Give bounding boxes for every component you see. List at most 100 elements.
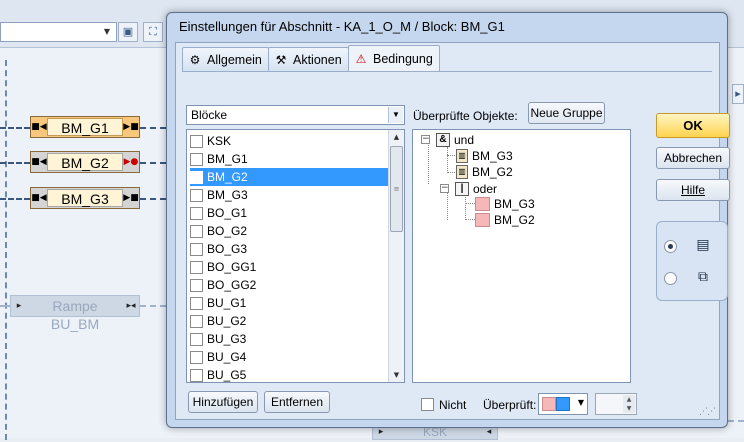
- condition-icon: ⚠: [355, 52, 367, 66]
- tree-node-block[interactable]: BM_G3: [475, 196, 535, 211]
- tab-label: Allgemein: [207, 52, 262, 67]
- checkbox[interactable]: [190, 260, 203, 274]
- list-item[interactable]: BO_GG2: [190, 276, 389, 294]
- block-bm-g2[interactable]: ■◀ BM_G2 ▶●: [30, 151, 140, 173]
- and-operator-icon: &: [436, 132, 450, 147]
- spin-up-icon[interactable]: ▲: [623, 395, 635, 404]
- checkbox[interactable]: [190, 350, 203, 364]
- list-item[interactable]: BM_G1: [190, 150, 389, 168]
- checkbox[interactable]: [190, 332, 203, 346]
- tree-node-label: BM_G3: [494, 196, 535, 211]
- tab-allgemein[interactable]: ⚙ Allgemein: [182, 47, 269, 71]
- scrollbar-thumb[interactable]: ≡: [390, 146, 403, 232]
- track-line: [0, 127, 30, 129]
- block-icon: ▥: [456, 148, 468, 163]
- side-icon[interactable]: ▸: [732, 84, 744, 104]
- checkbox[interactable]: [190, 224, 203, 238]
- tree-node-block[interactable]: BM_G2: [475, 212, 535, 227]
- color-swatch-blue: [556, 397, 570, 411]
- remove-button[interactable]: Entfernen: [264, 391, 330, 413]
- chevron-down-icon[interactable]: ▼: [388, 107, 403, 123]
- block-label: BM_G2: [47, 153, 123, 171]
- checkbox[interactable]: [190, 170, 203, 184]
- block-label: BM_G1: [47, 118, 123, 136]
- tree-node-block[interactable]: ▥ BM_G2: [456, 164, 513, 179]
- block-rampe-bu-bm[interactable]: ▸ Rampe BU_BM ▸◂: [10, 295, 140, 332]
- checkbox[interactable]: [190, 368, 203, 382]
- help-button[interactable]: Hilfe: [656, 179, 730, 201]
- block-bm-g3[interactable]: ■◀ BM_G3 ▶■: [30, 187, 140, 209]
- list-item[interactable]: BM_G2: [190, 168, 389, 186]
- tab-aktionen[interactable]: ⚒ Aktionen: [268, 47, 349, 71]
- list-item[interactable]: KSK: [190, 132, 389, 150]
- grid-view-icon: ⧉: [698, 269, 708, 285]
- tree-line: [465, 219, 475, 220]
- list-item-label: BU_G2: [207, 314, 247, 328]
- chevron-down-icon[interactable]: ▼: [100, 25, 114, 39]
- not-checkbox[interactable]: [421, 398, 434, 411]
- collapse-icon[interactable]: −: [421, 135, 430, 144]
- checkbox[interactable]: [190, 296, 203, 310]
- color-picker[interactable]: ▼: [538, 393, 588, 415]
- list-item[interactable]: BU_G3: [190, 330, 389, 348]
- or-operator-icon: |: [455, 181, 469, 196]
- list-item[interactable]: BM_G3: [190, 186, 389, 204]
- object-type-value: Blöcke: [191, 108, 228, 122]
- block-label: BM_G3: [47, 189, 123, 207]
- settings-icon: ⚙: [189, 52, 201, 67]
- object-list[interactable]: KSK BM_G1 BM_G2 BM_G3 BO_G1 BO_G2 BO_G3 …: [186, 129, 405, 383]
- cancel-button[interactable]: Abbrechen: [656, 147, 730, 169]
- tool-icon[interactable]: ⛶: [143, 22, 163, 42]
- ok-button[interactable]: OK: [656, 113, 730, 138]
- tree-node-and[interactable]: & und: [436, 132, 474, 147]
- block-bm-g1[interactable]: ■◀ BM_G1 ▶■: [30, 116, 140, 138]
- tree-node-block[interactable]: ▥ BM_G3: [456, 148, 513, 163]
- scroll-up-icon[interactable]: ▲: [389, 130, 404, 144]
- list-item[interactable]: BU_G1: [190, 294, 389, 312]
- tree-line: [447, 190, 448, 220]
- block-icon: ▥: [456, 164, 468, 179]
- tree-node-label: BM_G3: [472, 148, 513, 163]
- checkbox[interactable]: [190, 188, 203, 202]
- background-combo[interactable]: ▼: [0, 22, 117, 42]
- checkbox[interactable]: [190, 206, 203, 220]
- list-scrollbar[interactable]: ▲ ≡ ▼: [388, 130, 404, 382]
- signal-red-icon: ▶●: [123, 157, 139, 167]
- checkbox[interactable]: [190, 278, 203, 292]
- list-item[interactable]: BO_G3: [190, 240, 389, 258]
- tree-node-label: BM_G2: [472, 164, 513, 179]
- window-icon[interactable]: ▣: [118, 22, 138, 42]
- list-item[interactable]: BU_G4: [190, 348, 389, 366]
- add-button[interactable]: Hinzufügen: [188, 391, 258, 413]
- scroll-down-icon[interactable]: ▼: [389, 368, 404, 382]
- block-label: Rampe BU_BM: [50, 298, 100, 332]
- resize-grip-icon[interactable]: ⋰⋰: [699, 407, 716, 417]
- tree-node-or[interactable]: | oder: [455, 181, 497, 196]
- chevron-down-icon[interactable]: ▼: [578, 398, 584, 407]
- spin-box[interactable]: ▲ ▼: [595, 393, 637, 415]
- checkbox[interactable]: [190, 134, 203, 148]
- list-item[interactable]: BO_G1: [190, 204, 389, 222]
- track-line: [0, 305, 10, 307]
- block-end-icon: ▶■: [123, 122, 139, 132]
- checkbox[interactable]: [190, 314, 203, 328]
- object-type-select[interactable]: Blöcke ▼: [186, 105, 405, 125]
- radio-grid-view[interactable]: [664, 272, 677, 285]
- spin-down-icon[interactable]: ▼: [623, 404, 635, 413]
- condition-tree[interactable]: − & und ▥ BM_G3 ▥ BM_G2 − | oder BM_G3 B…: [412, 129, 631, 383]
- list-item[interactable]: BU_G5: [190, 366, 389, 382]
- list-item[interactable]: BO_G2: [190, 222, 389, 240]
- list-view-icon: ▤: [696, 237, 710, 253]
- list-item[interactable]: BO_GG1: [190, 258, 389, 276]
- checkbox[interactable]: [190, 242, 203, 256]
- radio-list-view[interactable]: [664, 240, 677, 253]
- collapse-icon[interactable]: −: [440, 184, 449, 193]
- list-item-label: BO_G2: [207, 224, 248, 238]
- checkbox[interactable]: [190, 152, 203, 166]
- track-line: [0, 198, 30, 200]
- track-line: [5, 60, 7, 440]
- tab-label: Aktionen: [293, 52, 342, 67]
- new-group-button[interactable]: Neue Gruppe: [528, 102, 605, 124]
- tab-bedingung[interactable]: ⚠ Bedingung: [348, 45, 440, 72]
- list-item[interactable]: BU_G2: [190, 312, 389, 330]
